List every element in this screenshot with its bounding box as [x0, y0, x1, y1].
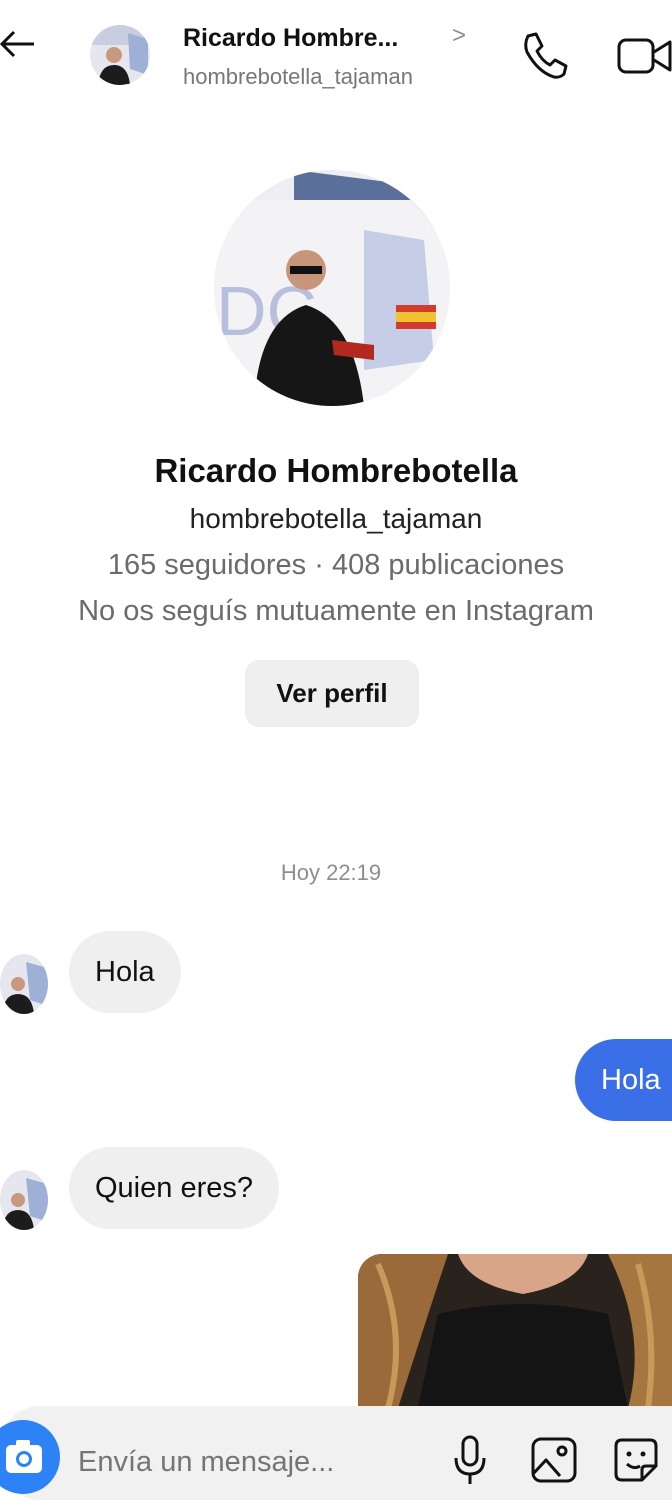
profile-photo[interactable]: DC [214, 170, 450, 406]
incoming-message[interactable]: Hola [69, 931, 181, 1013]
profile-stats: 165 seguidores · 408 publicaciones [107, 549, 565, 581]
header-avatar[interactable] [90, 25, 150, 85]
image-icon [531, 1437, 577, 1483]
call-button[interactable] [518, 30, 570, 82]
voice-message-button[interactable] [452, 1434, 488, 1488]
chat-timestamp: Hoy 22:19 [280, 860, 382, 885]
video-camera-icon [617, 38, 672, 74]
message-avatar[interactable] [0, 1170, 48, 1230]
chevron-right-icon[interactable]: > [452, 22, 466, 50]
header-name[interactable]: Ricardo Hombre... [183, 24, 398, 53]
gallery-button[interactable] [530, 1436, 578, 1484]
incoming-message[interactable]: Quien eres? [69, 1147, 279, 1229]
message-input[interactable] [78, 1440, 378, 1484]
outgoing-photo-message[interactable] [358, 1254, 672, 1408]
message-avatar[interactable] [0, 954, 48, 1014]
outgoing-message[interactable]: Hola [575, 1039, 672, 1121]
microphone-icon [454, 1435, 486, 1484]
profile-name: Ricardo Hombrebotella [154, 452, 518, 489]
header-username: hombrebotella_tajaman [183, 64, 413, 89]
sticker-icon [614, 1438, 658, 1482]
phone-icon [524, 32, 568, 79]
view-profile-button[interactable]: Ver perfil [245, 660, 419, 727]
mutual-follow-status: No os seguís mutuamente en Instagram [78, 595, 594, 627]
camera-button[interactable] [0, 1420, 60, 1494]
back-button[interactable] [0, 24, 40, 64]
video-call-button[interactable] [616, 34, 672, 78]
camera-icon [6, 1440, 42, 1473]
arrow-left-icon [0, 30, 34, 58]
profile-username: hombrebotella_tajaman [189, 503, 483, 534]
sticker-button[interactable] [612, 1436, 660, 1484]
